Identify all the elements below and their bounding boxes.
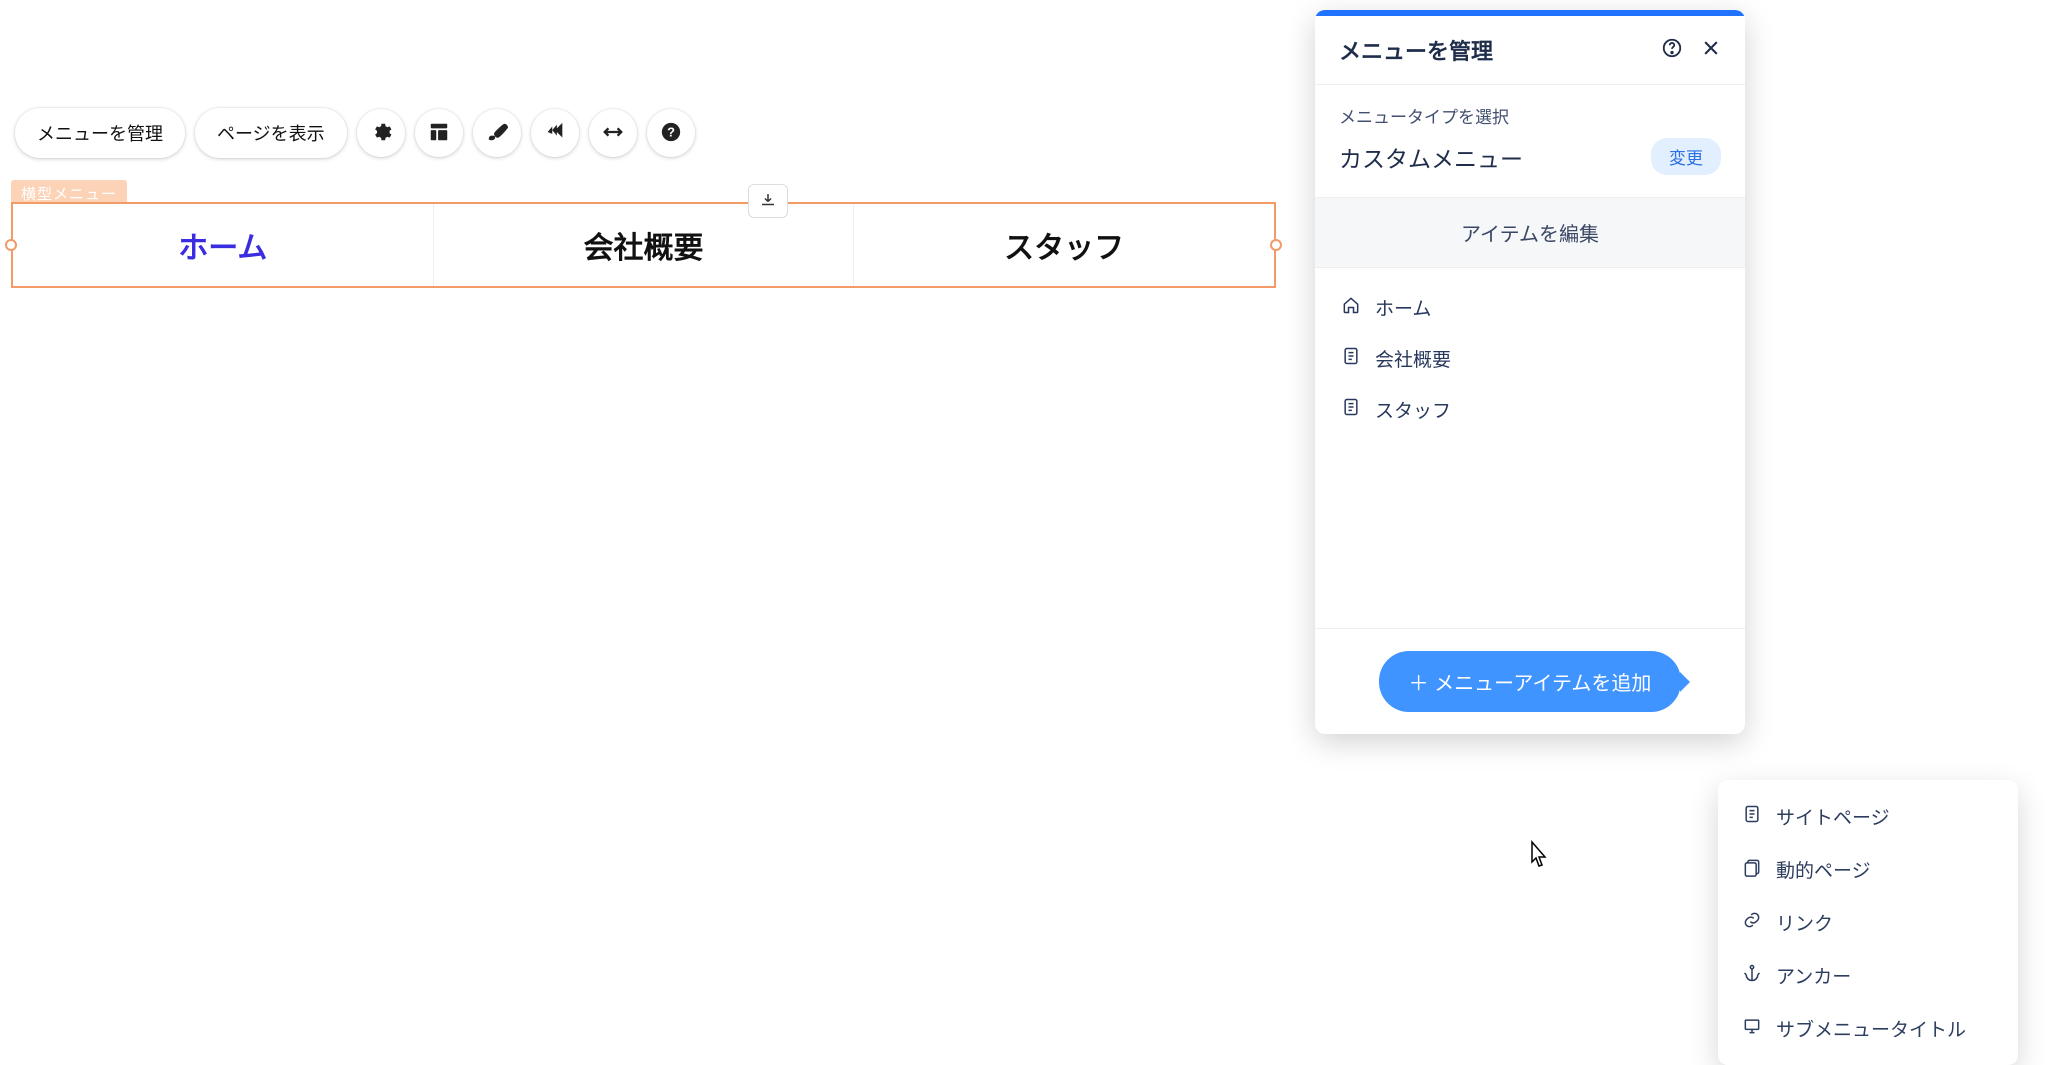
popover-site-page[interactable]: サイトページ <box>1724 790 2012 843</box>
popover-dynamic-page[interactable]: 動的ページ <box>1724 843 2012 896</box>
popover-anchor[interactable]: アンカー <box>1724 949 2012 1002</box>
link-icon <box>1742 910 1762 936</box>
popover-subtitle[interactable]: サブメニュータイトル <box>1724 1002 2012 1055</box>
list-item-staff[interactable]: スタッフ <box>1331 384 1729 435</box>
popover-item-label: リンク <box>1776 909 1833 936</box>
popover-item-label: アンカー <box>1776 962 1851 989</box>
panel-close-button[interactable] <box>1701 38 1721 63</box>
help-button[interactable]: ? <box>647 109 695 157</box>
popover-item-label: 動的ページ <box>1776 856 1871 883</box>
manage-menu-button[interactable]: メニューを管理 <box>15 108 185 158</box>
menu-item-list: ホーム 会社概要 スタッフ <box>1315 268 1745 628</box>
animation-button[interactable] <box>531 109 579 157</box>
anchor-icon <box>1742 963 1762 989</box>
popover-item-label: サブメニュータイトル <box>1776 1015 1966 1042</box>
panel-footer: ＋ メニューアイテムを追加 <box>1315 628 1745 734</box>
subtitle-icon <box>1742 1016 1762 1042</box>
menu-item-home[interactable]: ホーム <box>13 204 433 286</box>
add-item-popover: サイトページ 動的ページ リンク アンカー サブメニュータイトル <box>1718 780 2018 1065</box>
design-button[interactable] <box>473 109 521 157</box>
show-pages-button[interactable]: ページを表示 <box>195 108 347 158</box>
list-item-company[interactable]: 会社概要 <box>1331 333 1729 384</box>
animation-icon <box>544 121 566 146</box>
attach-handle-button[interactable] <box>748 184 788 218</box>
edit-items-header: アイテムを編集 <box>1315 198 1745 268</box>
help-icon: ? <box>660 121 682 146</box>
layout-icon <box>428 121 450 146</box>
stretch-icon <box>602 121 624 146</box>
horizontal-menu[interactable]: ホーム 会社概要 スタッフ <box>11 202 1276 288</box>
home-icon <box>1341 295 1361 321</box>
menu-type-value: カスタムメニュー <box>1339 140 1523 174</box>
svg-text:?: ? <box>667 124 675 139</box>
brush-icon <box>486 121 508 146</box>
change-type-button[interactable]: 変更 <box>1651 138 1721 175</box>
settings-button[interactable] <box>357 109 405 157</box>
panel-title: メニューを管理 <box>1339 34 1493 66</box>
manage-menu-panel: メニューを管理 メニュータイプを選択 カスタムメニュー 変更 アイテムを編集 ホ… <box>1315 10 1745 734</box>
gear-icon <box>370 121 392 146</box>
menu-type-section: メニュータイプを選択 カスタムメニュー 変更 <box>1315 85 1745 198</box>
resize-handle-left[interactable] <box>5 239 17 251</box>
menu-item-company[interactable]: 会社概要 <box>433 204 854 286</box>
page-icon <box>1341 397 1361 423</box>
list-item-home[interactable]: ホーム <box>1331 282 1729 333</box>
popover-link[interactable]: リンク <box>1724 896 2012 949</box>
layout-button[interactable] <box>415 109 463 157</box>
list-item-label: スタッフ <box>1375 396 1451 423</box>
menu-type-label: メニュータイプを選択 <box>1339 103 1721 128</box>
panel-help-button[interactable] <box>1661 37 1683 64</box>
list-item-label: 会社概要 <box>1375 345 1451 372</box>
resize-handle-right[interactable] <box>1270 239 1282 251</box>
tray-download-icon <box>759 191 777 212</box>
page-icon <box>1742 804 1762 830</box>
panel-header: メニューを管理 <box>1315 16 1745 85</box>
list-item-label: ホーム <box>1375 294 1431 321</box>
add-menu-item-button[interactable]: ＋ メニューアイテムを追加 <box>1379 651 1682 712</box>
dynamic-page-icon <box>1742 857 1762 883</box>
cursor-icon <box>1522 840 1552 879</box>
stretch-button[interactable] <box>589 109 637 157</box>
menu-item-staff[interactable]: スタッフ <box>853 204 1274 286</box>
popover-item-label: サイトページ <box>1776 803 1890 830</box>
editor-toolbar: メニューを管理 ページを表示 ? <box>15 108 695 158</box>
page-icon <box>1341 346 1361 372</box>
